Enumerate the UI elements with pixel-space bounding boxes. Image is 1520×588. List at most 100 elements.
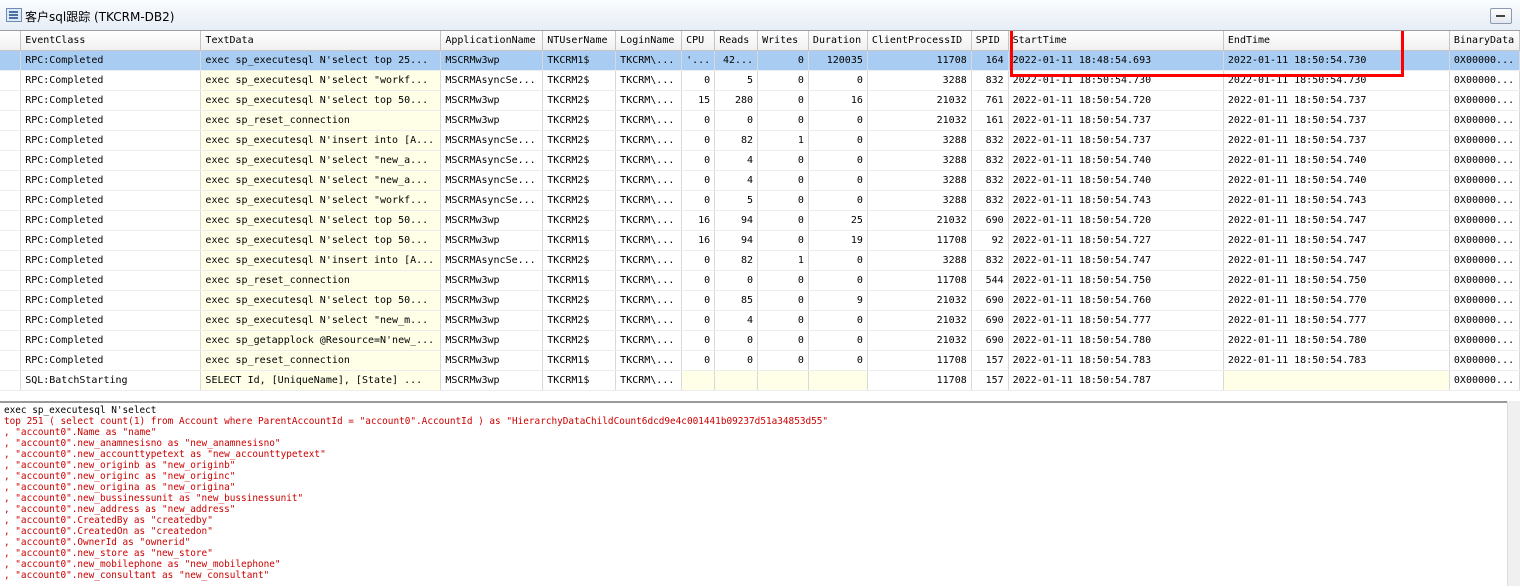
cell-reads: 42... (714, 50, 759, 71)
trace-grid[interactable]: EventClass TextData ApplicationName NTUserN… (0, 30, 1520, 401)
cell-eventclass: RPC:Completed (20, 50, 202, 71)
cell-starttime: 2022-01-11 18:50:54.740 (1008, 150, 1224, 171)
cell-writes: 0 (757, 190, 809, 211)
row-selector[interactable] (0, 130, 22, 151)
cell-loginname: TKCRM\... (615, 290, 683, 311)
trace-row[interactable]: RPC:Completed exec sp_getapplock @Resourc… (0, 330, 1520, 351)
cell-duration: 0 (808, 250, 868, 271)
detail-scrollbar[interactable] (1507, 401, 1520, 586)
cell-ntusername: TKCRM2$ (542, 170, 617, 191)
cell-ntusername: TKCRM2$ (542, 90, 617, 111)
cell-clientprocessid: 21032 (867, 110, 972, 131)
sql-line: , "account0".new_originb as "new_originb… (4, 460, 236, 471)
trace-row[interactable]: RPC:Completed exec sp_executesql N'select… (0, 290, 1520, 311)
row-selector[interactable] (0, 50, 22, 71)
trace-row[interactable]: RPC:Completed exec sp_executesql N'select… (0, 150, 1520, 171)
trace-row[interactable]: RPC:Completed exec sp_reset_connection MSC… (0, 350, 1520, 371)
cell-clientprocessid: 11708 (867, 50, 972, 71)
cell-endtime: 2022-01-11 18:50:54.740 (1223, 170, 1450, 191)
row-selector[interactable] (0, 350, 22, 371)
trace-row[interactable]: RPC:Completed exec sp_executesql N'select… (0, 230, 1520, 251)
trace-row[interactable]: RPC:Completed exec sp_executesql N'select… (0, 310, 1520, 331)
trace-row[interactable]: RPC:Completed exec sp_executesql N'insert… (0, 250, 1520, 271)
row-selector[interactable] (0, 110, 22, 131)
cell-starttime: 2022-01-11 18:50:54.737 (1008, 130, 1224, 151)
row-selector[interactable] (0, 190, 22, 211)
cell-spid: 544 (971, 270, 1009, 291)
row-selector[interactable] (0, 250, 22, 271)
cell-cpu: 0 (681, 310, 716, 331)
row-selector[interactable] (0, 370, 22, 391)
cell-eventclass: RPC:Completed (20, 350, 202, 371)
column-header-clientprocessid[interactable]: ClientProcessID (867, 31, 972, 51)
trace-row[interactable]: SQL:BatchStarting SELECT Id, [UniqueName]… (0, 370, 1520, 391)
cell-eventclass: RPC:Completed (20, 330, 202, 351)
cell-applicationname: MSCRMAsyncSe... (440, 170, 544, 191)
cell-ntusername: TKCRM2$ (542, 250, 617, 271)
cell-duration: 0 (808, 350, 868, 371)
row-selector[interactable] (0, 290, 22, 311)
cell-duration (808, 370, 868, 391)
cell-endtime: 2022-01-11 18:50:54.770 (1223, 290, 1450, 311)
cell-cpu: 0 (681, 150, 716, 171)
sql-line: , "account0".new_bussinessunit as "new_b… (4, 493, 304, 504)
cell-cpu: 0 (681, 110, 716, 131)
cell-cpu: 0 (681, 290, 716, 311)
trace-row[interactable]: RPC:Completed exec sp_reset_connection MSC… (0, 270, 1520, 291)
cell-cpu: 0 (681, 250, 716, 271)
cell-ntusername: TKCRM2$ (542, 310, 617, 331)
cell-duration: 19 (808, 230, 868, 251)
column-header-binarydata[interactable]: BinaryData (1449, 31, 1520, 51)
row-selector[interactable] (0, 310, 22, 331)
trace-row[interactable]: RPC:Completed exec sp_executesql N'insert… (0, 130, 1520, 151)
cell-spid: 690 (971, 210, 1009, 231)
cell-reads: 0 (714, 110, 759, 131)
row-selector[interactable] (0, 330, 22, 351)
cell-loginname: TKCRM\... (615, 150, 683, 171)
sql-line: , "account0".CreatedOn as "createdon" (4, 526, 213, 537)
trace-row[interactable]: RPC:Completed exec sp_executesql N'select… (0, 70, 1520, 91)
column-header-duration[interactable]: Duration (808, 31, 868, 51)
cell-eventclass: RPC:Completed (20, 150, 202, 171)
cell-duration: 0 (808, 270, 868, 291)
row-selector[interactable] (0, 230, 22, 251)
textdata-detail-pane[interactable]: exec sp_executesql N'select top 251 ( se… (0, 401, 1508, 588)
row-selector[interactable] (0, 170, 22, 191)
column-header-applicationname[interactable]: ApplicationName (440, 31, 544, 51)
cell-cpu: 0 (681, 70, 716, 91)
cell-textdata: exec sp_executesql N'insert into [A... (200, 130, 442, 151)
row-selector[interactable] (0, 90, 22, 111)
cell-cpu: 16 (681, 230, 716, 251)
column-header-eventclass[interactable]: EventClass (20, 31, 202, 51)
trace-row[interactable]: RPC:Completed exec sp_reset_connection MSC… (0, 110, 1520, 131)
column-header-writes[interactable]: Writes (757, 31, 809, 51)
cell-duration: 0 (808, 330, 868, 351)
column-header-cpu[interactable]: CPU (681, 31, 716, 51)
trace-row[interactable]: RPC:Completed exec sp_executesql N'select… (0, 210, 1520, 231)
trace-row[interactable]: RPC:Completed exec sp_executesql N'select… (0, 170, 1520, 191)
trace-row[interactable]: RPC:Completed exec sp_executesql N'select… (0, 190, 1520, 211)
cell-cpu: 16 (681, 210, 716, 231)
cell-textdata: exec sp_reset_connection (200, 270, 442, 291)
row-selector[interactable] (0, 70, 22, 91)
column-header-loginname[interactable]: LoginName (615, 31, 683, 51)
sql-line: , "account0".new_address as "new_address… (4, 504, 236, 515)
trace-row[interactable]: RPC:Completed exec sp_executesql N'select… (0, 50, 1520, 71)
column-header-reads[interactable]: Reads (714, 31, 759, 51)
column-header-starttime[interactable]: StartTime (1008, 31, 1224, 51)
row-selector[interactable] (0, 210, 22, 231)
cell-endtime: 2022-01-11 18:50:54.780 (1223, 330, 1450, 351)
minimize-button[interactable] (1490, 8, 1512, 24)
column-header-endtime[interactable]: EndTime (1223, 31, 1450, 51)
column-header-row: EventClass TextData ApplicationName NTUserN… (0, 31, 1520, 51)
row-selector[interactable] (0, 150, 22, 171)
row-selector[interactable] (0, 270, 22, 291)
cell-textdata: exec sp_getapplock @Resource=N'new_... (200, 330, 442, 351)
column-header-spid[interactable]: SPID (971, 31, 1009, 51)
column-header-ntusername[interactable]: NTUserName (542, 31, 617, 51)
cell-endtime: 2022-01-11 18:50:54.747 (1223, 210, 1450, 231)
column-header-textdata[interactable]: TextData (200, 31, 442, 51)
cell-starttime: 2022-01-11 18:50:54.750 (1008, 270, 1224, 291)
trace-row[interactable]: RPC:Completed exec sp_executesql N'select… (0, 90, 1520, 111)
cell-writes: 0 (757, 90, 809, 111)
